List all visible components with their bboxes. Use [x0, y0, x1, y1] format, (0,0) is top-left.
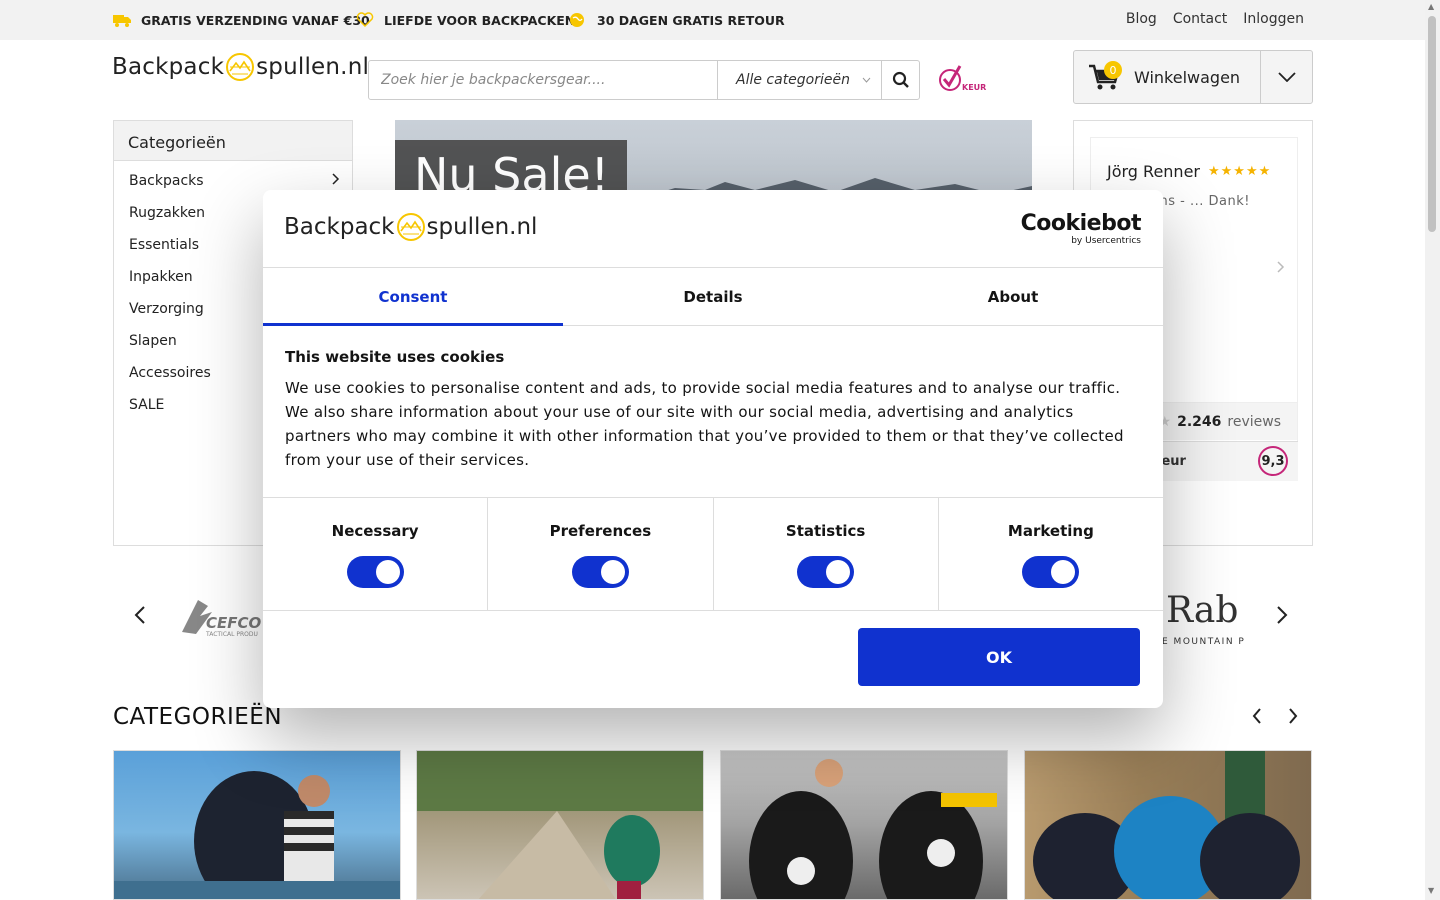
switch-knob: [826, 560, 851, 584]
toggle-necessary: Necessary: [263, 498, 489, 610]
logo-mark-icon: [396, 213, 425, 241]
scroll-down-icon[interactable]: ▼: [1428, 886, 1434, 895]
dialog-heading: This website uses cookies: [285, 348, 505, 366]
statistics-switch[interactable]: [797, 556, 855, 588]
cookie-consent-dialog: Backpack spullen.nl Cookiebot by Usercen…: [263, 190, 1163, 708]
cookiebot-sub: by Usercentrics: [1071, 236, 1141, 246]
dialog-logo-right: spullen.nl: [426, 214, 538, 240]
dialog-body: This website uses cookies We use cookies…: [263, 326, 1163, 498]
dialog-text: We use cookies to personalise content an…: [285, 379, 1124, 469]
tab-about[interactable]: About: [863, 268, 1163, 325]
preferences-switch[interactable]: [571, 556, 629, 588]
toggle-label: Preferences: [549, 522, 652, 540]
toggle-label: Marketing: [1007, 522, 1094, 540]
switch-knob: [1051, 560, 1076, 584]
cookiebot-name: Cookiebot: [1020, 211, 1142, 236]
necessary-switch[interactable]: [346, 556, 404, 588]
toggle-preferences: Preferences: [488, 498, 714, 610]
switch-knob: [600, 560, 625, 584]
marketing-switch[interactable]: [1022, 556, 1080, 588]
switch-knob: [375, 560, 400, 584]
ok-button[interactable]: OK: [858, 628, 1140, 686]
scroll-up-icon[interactable]: ▲: [1428, 2, 1434, 11]
dialog-site-logo: Backpack spullen.nl: [284, 212, 537, 242]
toggle-statistics: Statistics: [714, 498, 939, 610]
tab-details[interactable]: Details: [563, 268, 863, 325]
page-scrollbar[interactable]: ▲ ▼: [1425, 0, 1440, 900]
toggle-marketing: Marketing: [939, 498, 1163, 610]
toggle-label: Necessary: [331, 522, 419, 540]
toggle-label: Statistics: [785, 522, 866, 540]
dialog-header: Backpack spullen.nl Cookiebot by Usercen…: [263, 190, 1163, 268]
cookiebot-logo[interactable]: Cookiebot by Usercentrics: [1020, 211, 1142, 247]
tab-consent[interactable]: Consent: [263, 268, 563, 326]
scrollbar-thumb[interactable]: [1428, 16, 1436, 232]
dialog-tabs: Consent Details About: [263, 268, 1163, 326]
consent-toggles: Necessary Preferences Statistics Marketi…: [263, 498, 1163, 611]
dialog-logo-left: Backpack: [284, 214, 395, 240]
